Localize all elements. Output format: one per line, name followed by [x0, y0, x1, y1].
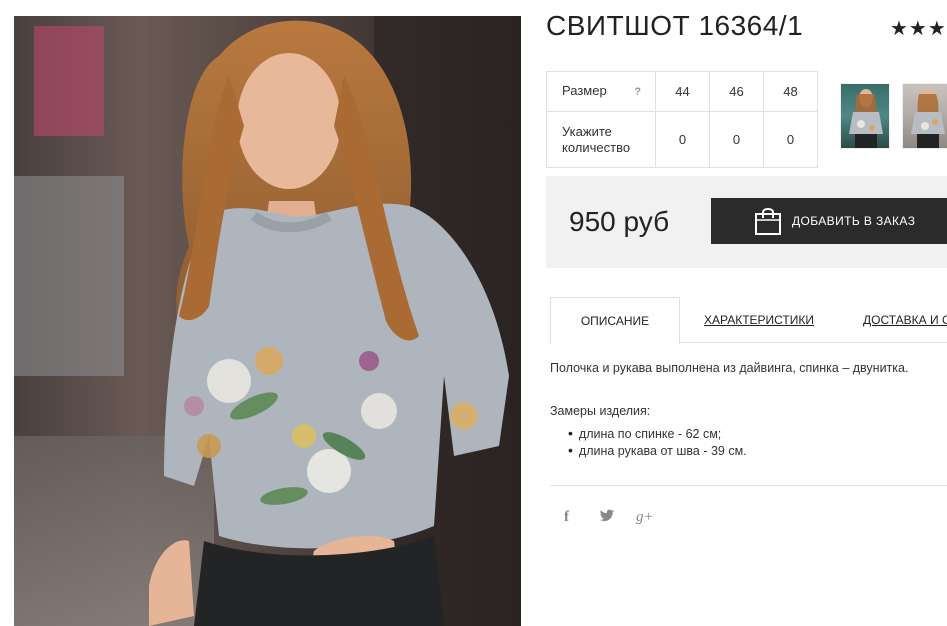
quantity-input-44[interactable]: 0	[655, 111, 710, 168]
product-tabs: ОПИСАНИЕ ХАРАКТЕРИСТИКИ ДОСТАВКА И ОПЛАТ…	[550, 297, 947, 344]
product-price: 950 руб	[569, 206, 670, 237]
divider	[550, 485, 947, 486]
measure-item: длина по спинке - 62 см;	[568, 425, 747, 442]
size-label: Размер	[562, 83, 607, 98]
size-help-icon[interactable]: ?	[634, 86, 641, 98]
tab-delivery-payment[interactable]: ДОСТАВКА И ОПЛАТА	[863, 297, 947, 343]
add-to-order-label: ДОБАВИТЬ В ЗАКАЗ	[792, 214, 916, 228]
quantity-label: Укажите количество	[546, 111, 656, 168]
quantity-input-46[interactable]: 0	[709, 111, 764, 168]
add-to-order-button[interactable]: ДОБАВИТЬ В ЗАКАЗ	[711, 198, 947, 244]
measures-list: длина по спинке - 62 см; длина рукава от…	[568, 425, 747, 459]
product-main-photo[interactable]	[14, 16, 521, 626]
size-label-cell: Размер ?	[546, 71, 656, 112]
product-thumbnail-2[interactable]	[902, 83, 947, 149]
measure-item: длина рукава от шва - 39 см.	[568, 442, 747, 459]
product-thumbnail-1[interactable]	[840, 83, 890, 149]
shopping-bag-icon	[754, 206, 782, 236]
twitter-icon[interactable]	[599, 509, 615, 527]
size-option-44[interactable]: 44	[655, 71, 710, 112]
measures-title: Замеры изделия:	[550, 404, 651, 418]
google-plus-icon[interactable]: g+	[636, 509, 654, 526]
facebook-icon[interactable]: f	[564, 509, 569, 526]
tab-characteristics[interactable]: ХАРАКТЕРИСТИКИ	[704, 297, 814, 343]
size-option-48[interactable]: 48	[763, 71, 818, 112]
rating-stars: ★★★★	[890, 18, 947, 40]
size-option-46[interactable]: 46	[709, 71, 764, 112]
tab-description[interactable]: ОПИСАНИЕ	[550, 297, 680, 344]
product-description: Полочка и рукава выполнена из дайвинга, …	[550, 361, 909, 375]
quantity-input-48[interactable]: 0	[763, 111, 818, 168]
product-title: СВИТШОТ 16364/1	[546, 10, 804, 41]
price-box: 950 руб ДОБАВИТЬ В ЗАКАЗ	[546, 176, 947, 268]
size-quantity-table: Размер ? 44 46 48 Укажите количество 0 0…	[546, 71, 818, 168]
